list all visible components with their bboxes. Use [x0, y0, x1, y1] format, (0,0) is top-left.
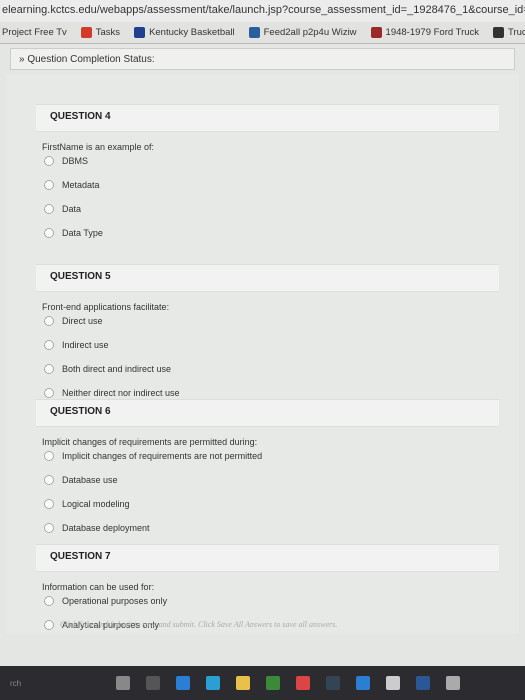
radio-button[interactable]	[44, 204, 54, 214]
option-label: Data	[62, 204, 82, 214]
answer-option[interactable]: Both direct and indirect use	[44, 364, 499, 374]
option-label: Metadata	[62, 180, 100, 190]
option-label: Both direct and indirect use	[62, 364, 172, 374]
photos-icon[interactable]	[416, 676, 430, 690]
bookmark-icon	[370, 27, 382, 38]
answer-option[interactable]: Database deployment	[44, 523, 499, 533]
question-title: QUESTION 6	[36, 399, 499, 427]
question-text: Implicit changes of requirements are per…	[42, 437, 258, 447]
radio-button[interactable]	[44, 596, 54, 606]
microphone-icon[interactable]	[116, 676, 130, 690]
question-text: FirstName is an example of:	[42, 142, 155, 152]
ie-icon[interactable]	[326, 676, 340, 690]
answer-option[interactable]: DBMS	[44, 156, 499, 166]
radio-button[interactable]	[44, 388, 54, 398]
radio-button[interactable]	[44, 364, 54, 374]
answer-option[interactable]: Data	[44, 204, 499, 214]
bookmark-label: Tasks	[95, 27, 121, 38]
question-block: QUESTION 4 FirstName is an example of: DBM…	[36, 104, 499, 252]
radio-button[interactable]	[44, 340, 54, 350]
answer-option[interactable]: Operational purposes only	[44, 596, 499, 606]
radio-button[interactable]	[44, 620, 54, 630]
status-label: Question Completion Status:	[27, 54, 155, 65]
option-label: Logical modeling	[62, 499, 130, 509]
bookmark-label: Kentucky Basketball	[149, 27, 235, 38]
option-label: Database deployment	[62, 523, 150, 533]
question-block: QUESTION 6 Implicit changes of requiremen…	[36, 399, 499, 547]
radio-button[interactable]	[44, 228, 54, 238]
address-bar[interactable]: elearning.kctcs.edu/webapps/assessment/t…	[0, 0, 525, 22]
question-text: Front-end applications facilitate:	[42, 302, 170, 312]
option-label: Neither direct nor indirect use	[62, 388, 180, 398]
bookmark-label: 1948-1979 Ford Truck	[385, 27, 480, 38]
answer-option[interactable]: Neither direct nor indirect use	[44, 388, 499, 398]
footer-note: Click Save and Submit to save and submit…	[60, 620, 338, 629]
question-title: QUESTION 4	[36, 104, 499, 132]
media-icon[interactable]	[446, 676, 460, 690]
radio-button[interactable]	[44, 523, 54, 533]
option-label: DBMS	[62, 156, 89, 166]
bookmarks-bar: Project Free Tv Tasks Kentucky Basketball F…	[0, 22, 525, 44]
bookmark-item[interactable]: 1948-1979 Ford Truck	[370, 27, 480, 38]
answer-option[interactable]: Data Type	[44, 228, 499, 238]
option-label: Operational purposes only	[62, 596, 168, 606]
radio-button[interactable]	[44, 451, 54, 461]
app-icon[interactable]	[356, 676, 370, 690]
store-icon[interactable]	[206, 676, 220, 690]
question-block: QUESTION 5 Front-end applications facilit…	[36, 264, 499, 412]
bookmark-item[interactable]: Feed2all p2p4u Wiziw	[248, 27, 357, 38]
radio-button[interactable]	[44, 180, 54, 190]
option-label: Direct use	[62, 316, 103, 326]
steam-icon[interactable]	[296, 676, 310, 690]
taskbar-search[interactable]: rch	[10, 679, 100, 688]
option-label: Implicit changes of requirements are not…	[62, 451, 263, 461]
bookmark-label: Truck Parts and	[508, 27, 525, 38]
radio-button[interactable]	[44, 156, 54, 166]
question-title: QUESTION 7	[36, 544, 499, 572]
radio-button[interactable]	[44, 499, 54, 509]
assessment-content: QUESTION 4 FirstName is an example of: DBM…	[6, 74, 519, 634]
bookmark-icon	[248, 27, 260, 38]
question-text: Information can be used for:	[42, 582, 155, 592]
bookmark-icon	[493, 27, 505, 38]
bookmark-item[interactable]: Truck Parts and	[493, 27, 525, 38]
answer-option[interactable]: Database use	[44, 475, 499, 485]
answer-option[interactable]: Indirect use	[44, 340, 499, 350]
option-label: Indirect use	[62, 340, 109, 350]
option-label: Database use	[62, 475, 118, 485]
option-label: Data Type	[62, 228, 103, 238]
word-icon[interactable]	[386, 676, 400, 690]
answer-option[interactable]: Logical modeling	[44, 499, 499, 509]
bookmark-label: Feed2all p2p4u Wiziw	[263, 27, 357, 38]
bookmark-item[interactable]: Kentucky Basketball	[134, 27, 235, 38]
bookmark-label: Project Free Tv	[2, 27, 67, 38]
task-view-icon[interactable]	[146, 676, 160, 690]
question-completion-status[interactable]: » Question Completion Status:	[10, 48, 515, 70]
question-block: QUESTION 7 Information can be used for: Op…	[36, 544, 499, 644]
bookmark-item[interactable]: Tasks	[80, 27, 121, 38]
radio-button[interactable]	[44, 316, 54, 326]
bookmark-icon	[80, 27, 92, 38]
question-title: QUESTION 5	[36, 264, 499, 292]
files-icon[interactable]	[236, 676, 250, 690]
bookmark-item[interactable]: Project Free Tv	[2, 27, 67, 38]
edge-icon[interactable]	[176, 676, 190, 690]
taskbar: rch	[0, 666, 525, 700]
chrome-icon[interactable]	[266, 676, 280, 690]
radio-button[interactable]	[44, 475, 54, 485]
answer-option[interactable]: Implicit changes of requirements are not…	[44, 451, 499, 461]
answer-option[interactable]: Direct use	[44, 316, 499, 326]
bookmark-icon	[134, 27, 146, 38]
answer-option[interactable]: Metadata	[44, 180, 499, 190]
